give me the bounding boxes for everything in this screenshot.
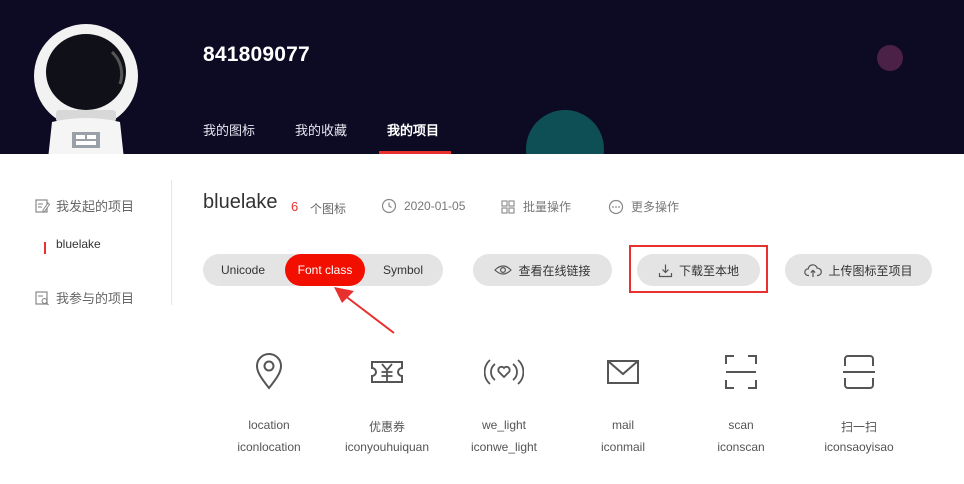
project-sidebar: 我发起的项目 bluelake 我参与的项目 [0, 180, 172, 307]
profile-header: 841809077 我的图标 我的收藏 我的项目 [0, 0, 964, 154]
coupon-icon [371, 361, 403, 383]
more-label: 更多操作 [631, 200, 680, 214]
annotation-arrow-icon [334, 287, 395, 334]
more-icon [608, 199, 624, 214]
project-title: bluelake [203, 191, 278, 213]
upload-icons-button[interactable]: 上传图标至项目 [785, 254, 932, 286]
edit-doc-icon [35, 198, 50, 213]
icon-card-scan[interactable]: scan iconscan [681, 350, 801, 454]
sidebar-item-created-projects[interactable]: 我发起的项目 [34, 196, 134, 215]
decorative-dot [877, 45, 903, 71]
icon-count: 6 [291, 199, 299, 214]
icon-class-name: iconlocation [237, 440, 301, 454]
icon-card-mail[interactable]: mail iconmail [563, 350, 683, 454]
wireless-heart-icon [484, 359, 524, 385]
icon-name: scan [728, 418, 754, 432]
tab-my-icons[interactable]: 我的图标 [203, 120, 255, 139]
icon-class-name: iconmail [600, 440, 645, 454]
date-text: 2020-01-05 [404, 199, 466, 213]
astronaut-avatar-icon [34, 24, 138, 154]
segment-symbol[interactable]: Symbol [363, 254, 443, 286]
icon-class-name: iconsaoyisao [824, 440, 894, 454]
segment-font-class[interactable]: Font class [285, 254, 365, 286]
icon-count-label: 个图标 [310, 202, 347, 216]
icon-card-coupon[interactable]: 优惠券 iconyouhuiquan [327, 350, 447, 454]
tab-my-favorites[interactable]: 我的收藏 [295, 120, 347, 139]
sidebar-project-bluelake[interactable]: bluelake [56, 237, 101, 251]
active-project-marker [44, 242, 46, 254]
cloud-upload-icon [804, 263, 823, 277]
sidebar-item-label: 我发起的项目 [56, 199, 135, 214]
clock-icon [381, 198, 397, 214]
icon-class-name: iconscan [717, 440, 765, 454]
eye-icon [494, 265, 513, 275]
decorative-circle [526, 110, 604, 154]
active-tab-indicator [379, 151, 451, 154]
icon-class-name: iconwe_light [470, 440, 538, 454]
location-pin-icon [255, 353, 283, 390]
grid-icon [501, 199, 515, 214]
username: 841809077 [203, 43, 310, 66]
mail-icon [607, 360, 639, 384]
icon-name: 扫一扫 [840, 420, 877, 434]
icon-name: location [248, 418, 290, 432]
icon-name: we_light [481, 418, 527, 432]
project-date: 2020-01-05 [381, 198, 465, 214]
icon-card-saoyisao[interactable]: 扫一扫 iconsaoyisao [799, 350, 919, 454]
search-doc-icon [35, 290, 49, 305]
batch-label: 批量操作 [523, 200, 572, 214]
tab-my-projects[interactable]: 我的项目 [387, 120, 439, 139]
view-online-label: 查看在线链接 [518, 263, 591, 278]
icon-card-location[interactable]: location iconlocation [209, 350, 329, 454]
batch-operations-button[interactable]: 批量操作 [500, 198, 571, 215]
icon-card-we-light[interactable]: we_light iconwe_light [444, 350, 564, 454]
icon-name: 优惠券 [368, 420, 405, 434]
annotation-highlight-box [629, 245, 768, 293]
sidebar-item-label: 我参与的项目 [56, 291, 135, 306]
icon-name: mail [611, 418, 634, 432]
segment-unicode[interactable]: Unicode [203, 254, 283, 286]
upload-label: 上传图标至项目 [828, 263, 913, 278]
scan-line-icon [843, 355, 875, 389]
more-operations-button[interactable]: 更多操作 [608, 198, 679, 215]
code-type-segment: Unicode Symbol Font class [203, 254, 443, 286]
icon-class-name: iconyouhuiquan [344, 440, 430, 454]
scan-icon [725, 355, 757, 389]
sidebar-item-joined-projects[interactable]: 我参与的项目 [34, 288, 134, 307]
view-online-link-button[interactable]: 查看在线链接 [473, 254, 612, 286]
